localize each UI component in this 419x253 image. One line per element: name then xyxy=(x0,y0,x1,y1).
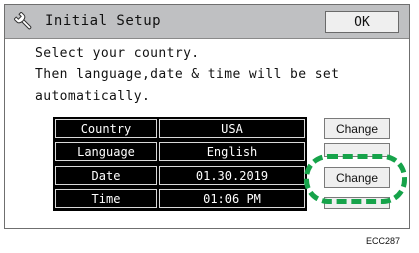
instruction-line-1: Select your country. xyxy=(35,46,200,61)
date-value: 01.30.2019 xyxy=(159,166,305,185)
instruction-line-2: Then language,date & time will be set xyxy=(35,67,340,82)
time-value: 01:06 PM xyxy=(159,189,305,208)
country-label: Country xyxy=(55,119,157,138)
language-value: English xyxy=(159,142,305,161)
title-bar: Initial Setup OK xyxy=(5,5,409,39)
language-label: Language xyxy=(55,142,157,161)
country-value: USA xyxy=(159,119,305,138)
wrench-icon xyxy=(14,12,32,30)
figure-code: ECC287 xyxy=(366,236,401,246)
instruction-line-3: automatically. xyxy=(35,89,151,104)
page-title: Initial Setup xyxy=(45,13,162,29)
time-label: Time xyxy=(55,189,157,208)
settings-table: Country USA Language English Date 01.30.… xyxy=(53,117,307,211)
date-label: Date xyxy=(55,166,157,185)
ok-button[interactable]: OK xyxy=(325,11,399,33)
change-country-button[interactable]: Change xyxy=(324,118,390,139)
highlight-ring xyxy=(304,154,407,204)
